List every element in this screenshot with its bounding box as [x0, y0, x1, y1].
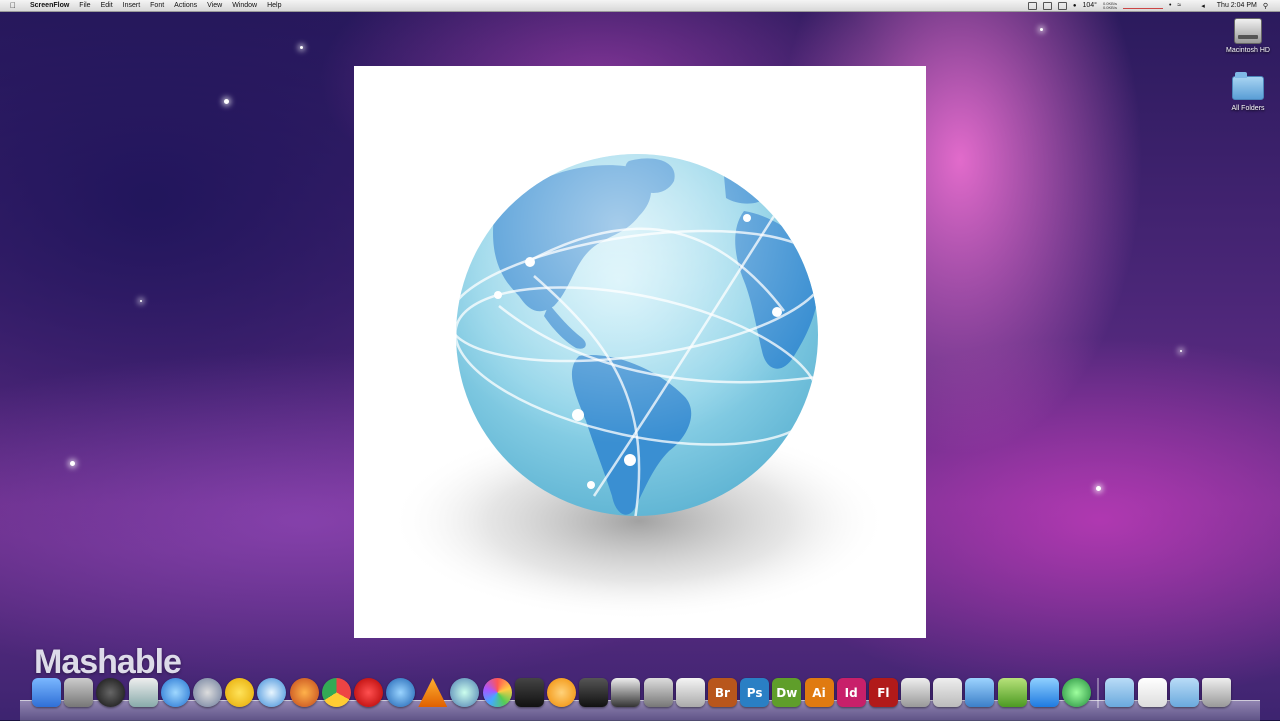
dashboard-icon[interactable] [96, 678, 126, 707]
star [1096, 486, 1101, 491]
star [224, 99, 229, 104]
app-menu[interactable]: ScreenFlow [30, 0, 69, 11]
desktop-icon-macintosh-hd[interactable]: Macintosh HD [1218, 18, 1278, 54]
wifi-icon[interactable]: ≈ [1177, 2, 1181, 9]
dvd-player-icon[interactable] [192, 678, 222, 707]
opera-icon[interactable] [353, 678, 383, 707]
screenflow-icon[interactable] [611, 678, 641, 707]
globe-image [389, 154, 889, 621]
spotlight-icon[interactable]: ⚲ [1263, 2, 1268, 10]
aperture-icon[interactable] [482, 678, 512, 707]
imovie-icon[interactable] [514, 678, 544, 707]
volume-icon[interactable]: ◂ [1201, 2, 1205, 10]
menu-insert[interactable]: Insert [123, 0, 141, 11]
menu-bar:  ScreenFlow File Edit Insert Font Actio… [0, 0, 1280, 12]
applications-folder-icon[interactable] [1105, 678, 1135, 707]
desktop-icon-label: Macintosh HD [1226, 47, 1270, 54]
menu-view[interactable]: View [207, 0, 222, 11]
clock[interactable]: Thu 2:04 PM [1217, 2, 1257, 9]
bridge-icon[interactable]: Br [707, 678, 737, 707]
sync-icon[interactable] [1062, 678, 1091, 707]
dock-separator [1097, 678, 1100, 708]
hard-drive-icon [1234, 18, 1262, 44]
menu-font[interactable]: Font [150, 0, 164, 11]
squeeze-icon[interactable] [547, 678, 576, 707]
bluetooth-icon[interactable]: • [1169, 2, 1171, 9]
ipad-simulator-icon[interactable] [901, 678, 931, 707]
firefox-icon[interactable] [289, 678, 319, 707]
dock: Br Ps Dw Ai Id Fl [32, 678, 1231, 712]
vlc-icon[interactable] [418, 678, 448, 707]
star [300, 46, 303, 49]
globe-gloss [456, 154, 818, 516]
network-meter: 0.0KB/s 0.0KB/s [1102, 1, 1117, 10]
photo-booth-icon[interactable] [643, 678, 673, 707]
photoshop-icon[interactable]: Ps [740, 678, 770, 707]
system-preferences-icon[interactable] [64, 678, 94, 707]
quicktime-icon[interactable] [386, 678, 416, 707]
mashable-watermark: Mashable [34, 643, 182, 681]
star [1040, 28, 1043, 31]
menu-extras: ● 104° 0.0KB/s 0.0KB/s • ≈ ◂ Thu 2:04 PM… [1027, 0, 1280, 11]
folder-icon [1232, 72, 1264, 100]
trash-icon[interactable] [1201, 678, 1231, 707]
dropbox-icon[interactable] [1029, 678, 1059, 707]
iphoto-icon[interactable] [450, 678, 480, 707]
textwrangler-icon[interactable] [933, 678, 963, 707]
itunes-icon[interactable] [160, 678, 190, 707]
star [1180, 350, 1182, 352]
menu-help[interactable]: Help [267, 0, 281, 11]
final-cut-icon[interactable] [579, 678, 609, 707]
illustrator-icon[interactable]: Ai [804, 678, 834, 707]
finder-icon[interactable] [32, 678, 61, 707]
desktop-icon-all-folders[interactable]: All Folders [1218, 72, 1278, 112]
net-down-reading: 0.0KB/s [1102, 4, 1117, 10]
screenshot-icon[interactable] [675, 678, 705, 707]
desktop-icon-label: All Folders [1231, 105, 1265, 112]
menu-file[interactable]: File [79, 0, 90, 11]
display-status-icon[interactable] [1057, 1, 1067, 10]
documents-stack-icon[interactable] [1137, 678, 1167, 707]
dreamweaver-icon[interactable]: Dw [772, 678, 802, 707]
menu-edit[interactable]: Edit [101, 0, 113, 11]
chrome-icon[interactable] [321, 678, 351, 707]
temperature-icon[interactable]: ● [1073, 3, 1077, 9]
image-preview-window [354, 66, 926, 638]
safari-icon[interactable] [257, 678, 287, 707]
screenflow-status-icon[interactable] [1027, 1, 1037, 10]
network-icon[interactable] [997, 678, 1027, 707]
menu-window[interactable]: Window [232, 0, 257, 11]
downloads-folder-icon[interactable] [1169, 678, 1199, 707]
menu-actions[interactable]: Actions [174, 0, 197, 11]
indesign-icon[interactable]: Id [836, 678, 866, 707]
flash-icon[interactable]: Fl [868, 678, 898, 707]
adium-icon[interactable] [225, 678, 255, 707]
cpu-graph [1122, 3, 1163, 9]
apple-menu-icon[interactable]:  [10, 0, 20, 11]
star [140, 300, 142, 302]
temperature-reading: 104° [1082, 2, 1097, 9]
dropbox-status-icon[interactable] [1042, 1, 1052, 10]
wordpress-icon[interactable] [965, 678, 995, 707]
star [70, 461, 75, 466]
preview-icon[interactable] [128, 678, 158, 707]
